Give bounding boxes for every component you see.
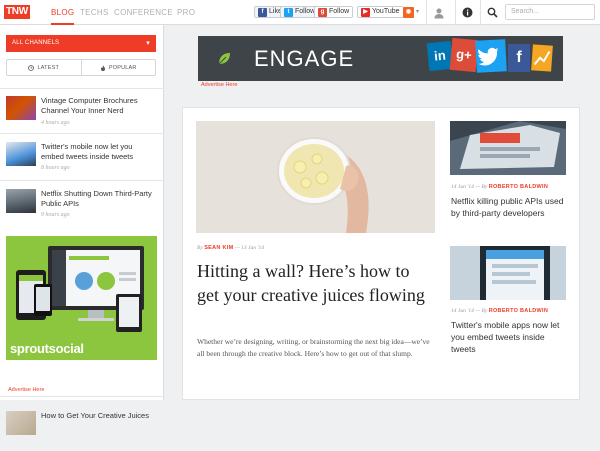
chevron-down-icon: ▾ bbox=[146, 40, 150, 47]
advertise-here-link[interactable]: Advertise Here bbox=[201, 82, 237, 88]
search-input[interactable]: Search... bbox=[505, 4, 595, 20]
clock-icon bbox=[28, 64, 35, 71]
divider bbox=[0, 133, 164, 134]
tea-cup-photo bbox=[196, 121, 435, 233]
byline-separator: — By bbox=[475, 308, 488, 314]
side-article-thumbnail[interactable] bbox=[450, 121, 566, 175]
youtube-label: YouTube bbox=[372, 8, 400, 15]
tab-latest-label: LATEST bbox=[37, 64, 60, 71]
article-byline: By SEAN KIM — 13 Jun '14 bbox=[197, 245, 264, 251]
sidebar: ALL CHANNELS ▾ LATEST POPULAR Vintage Co… bbox=[0, 25, 164, 435]
google-plus-follow-button[interactable]: g Follow bbox=[314, 6, 354, 18]
tab-latest[interactable]: LATEST bbox=[7, 60, 81, 75]
side-article-thumbnail[interactable] bbox=[450, 246, 566, 300]
side-article-byline: 14 Jun '14 — By ROBERTO BALDWIN bbox=[451, 308, 548, 314]
facebook-icon: f bbox=[258, 7, 267, 17]
byline-separator: — bbox=[234, 245, 240, 251]
tab-popular-label: POPULAR bbox=[108, 64, 137, 71]
tab-popular[interactable]: POPULAR bbox=[80, 60, 156, 75]
chart-icon bbox=[531, 44, 553, 72]
search-icon bbox=[487, 7, 498, 18]
divider bbox=[0, 180, 164, 181]
hero-image[interactable] bbox=[196, 121, 435, 233]
byline-separator: — By bbox=[475, 184, 488, 190]
article-thumbnail bbox=[6, 189, 36, 213]
site-logo[interactable]: TNW bbox=[4, 4, 30, 20]
all-channels-label: ALL CHANNELS bbox=[12, 40, 60, 46]
sidebar-article-title[interactable]: Twitter's mobile now let you embed tweet… bbox=[41, 142, 156, 162]
youtube-icon: ▶ bbox=[361, 7, 370, 17]
divider bbox=[0, 396, 164, 397]
netflix-photo bbox=[450, 121, 566, 175]
sidebar-article-time: 9 hours ago bbox=[41, 212, 70, 218]
nav-techs[interactable]: TECHS bbox=[80, 0, 109, 25]
byline-prefix: By bbox=[197, 245, 203, 251]
sidebar-tabs: LATEST POPULAR bbox=[6, 59, 156, 76]
top-bar: TNW BLOG TECHS CONFERENCE PRO f Like t F… bbox=[0, 0, 600, 25]
author-link[interactable]: ROBERTO BALDWIN bbox=[489, 184, 548, 190]
ad-brand-name: sproutsocial bbox=[10, 341, 84, 356]
article-thumbnail bbox=[6, 411, 36, 435]
article-excerpt: Whether we’re designing, writing, or bra… bbox=[197, 337, 430, 358]
twitter-icon: t bbox=[284, 7, 293, 17]
side-article-title[interactable]: Netflix killing public APIs used by thir… bbox=[451, 195, 565, 219]
sidebar-article[interactable]: How to Get Your Creative Juices bbox=[6, 411, 158, 451]
side-article-title[interactable]: Twitter's mobile apps now let you embed … bbox=[451, 319, 565, 355]
search-button[interactable] bbox=[480, 0, 504, 25]
google-plus-icon: g bbox=[318, 7, 327, 17]
info-button[interactable] bbox=[455, 0, 479, 25]
twitter-follow-label: Follow bbox=[295, 8, 316, 15]
nav-conference[interactable]: CONFERENCE bbox=[114, 0, 173, 25]
article-thumbnail bbox=[6, 142, 36, 166]
twitter-bird-icon bbox=[475, 39, 507, 73]
engage-banner-ad[interactable]: ENGAGE in g+ f bbox=[198, 36, 563, 81]
sidebar-article[interactable]: Vintage Computer Brochures Channel Your … bbox=[6, 96, 158, 136]
leaf-icon bbox=[218, 53, 230, 65]
side-article-byline: 14 Jun '14 — By ROBERTO BALDWIN bbox=[451, 184, 548, 190]
all-channels-dropdown[interactable]: ALL CHANNELS ▾ bbox=[6, 35, 156, 52]
sidebar-article[interactable]: Netflix Shutting Down Third-Party Public… bbox=[6, 189, 158, 229]
sidebar-article-title[interactable]: Netflix Shutting Down Third-Party Public… bbox=[41, 189, 156, 209]
google-plus-follow-label: Follow bbox=[329, 8, 350, 15]
rss-icon: ◉ bbox=[403, 6, 414, 18]
article-date: 13 Jun '14 bbox=[241, 245, 264, 251]
info-icon bbox=[462, 7, 473, 18]
youtube-button[interactable]: ▶ YouTube bbox=[357, 6, 404, 18]
sidebar-article-title[interactable]: Vintage Computer Brochures Channel Your … bbox=[41, 96, 156, 116]
nav-pro[interactable]: PRO bbox=[177, 0, 195, 25]
logo-text: TNW bbox=[4, 5, 30, 19]
author-link[interactable]: SEAN KIM bbox=[204, 245, 233, 251]
sprout-social-ad[interactable]: sproutsocial bbox=[6, 236, 157, 360]
sidebar-article-time: 8 hours ago bbox=[41, 165, 70, 171]
sidebar-article-time: 4 hours ago bbox=[41, 120, 70, 126]
article-thumbnail bbox=[6, 96, 36, 120]
author-link[interactable]: ROBERTO BALDWIN bbox=[489, 308, 548, 314]
flame-icon bbox=[100, 64, 105, 71]
article-title[interactable]: Hitting a wall? Here’s how to get your c… bbox=[197, 259, 433, 307]
rss-dropdown-icon: ▾ bbox=[416, 9, 420, 15]
user-icon bbox=[434, 8, 443, 18]
twitter-phone-photo bbox=[450, 246, 566, 300]
sidebar-article-title[interactable]: How to Get Your Creative Juices bbox=[41, 411, 156, 421]
side-article-date: 14 Jun '14 bbox=[451, 184, 474, 190]
divider bbox=[0, 88, 164, 89]
user-account-button[interactable] bbox=[426, 0, 450, 25]
side-article-date: 14 Jun '14 bbox=[451, 308, 474, 314]
nav-blog[interactable]: BLOG bbox=[51, 0, 75, 25]
rss-button[interactable]: ◉ ▾ bbox=[403, 6, 419, 18]
google-plus-icon: g+ bbox=[449, 37, 479, 73]
sidebar-article[interactable]: Twitter's mobile now let you embed tweet… bbox=[6, 142, 158, 182]
facebook-icon: f bbox=[508, 44, 530, 72]
banner-headline: ENGAGE bbox=[254, 46, 355, 71]
advertise-here-link[interactable]: Advertise Here bbox=[8, 387, 44, 393]
